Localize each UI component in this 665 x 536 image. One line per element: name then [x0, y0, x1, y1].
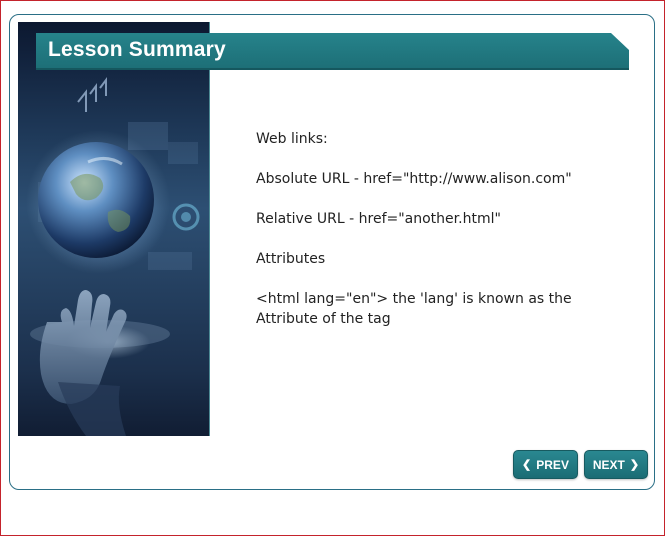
globe-hand-image [18, 22, 210, 436]
next-button-label: NEXT [592, 457, 625, 472]
page-title: Lesson Summary [48, 38, 226, 61]
globe-illustration [26, 77, 200, 436]
summary-line-html-lang: <html lang="en"> the 'lang' is known as … [256, 291, 572, 327]
summary-line-attributes: Attributes [256, 251, 326, 267]
summary-line-weblinks: Web links: [256, 131, 328, 147]
summary-line-absolute-url: Absolute URL - href="http://www.alison.c… [256, 171, 572, 187]
prev-button-label: PREV [536, 457, 569, 472]
summary-content: Web links: Absolute URL - href="http://w… [256, 129, 636, 349]
prev-button[interactable]: ❮ PREV [513, 450, 578, 479]
summary-line-relative-url: Relative URL - href="another.html" [256, 211, 501, 227]
chevron-right-icon: ❯ [629, 459, 640, 471]
chevron-left-icon: ❮ [522, 459, 532, 471]
next-button[interactable]: NEXT ❯ [584, 450, 648, 479]
